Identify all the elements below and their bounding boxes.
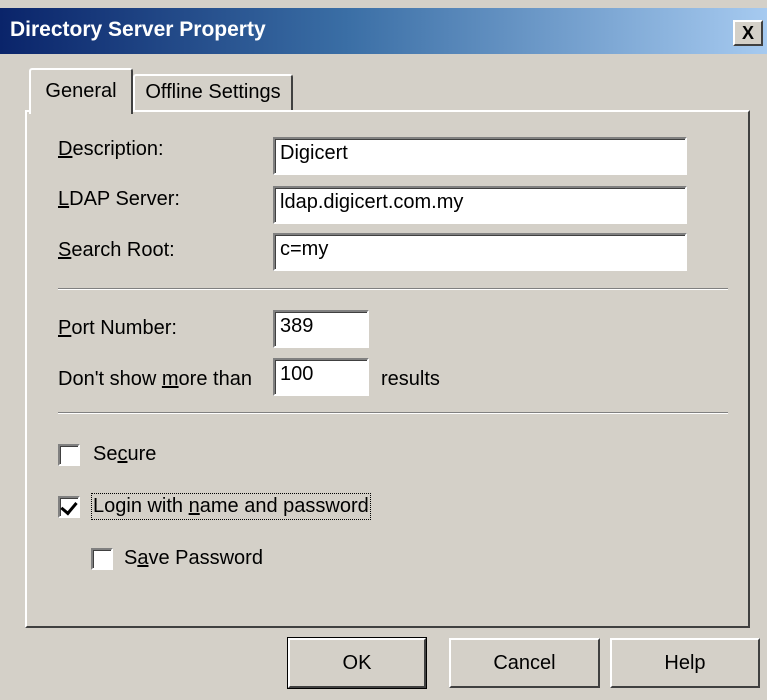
description-input[interactable]: Digicert [273, 137, 687, 175]
secure-label[interactable]: Secure [93, 443, 156, 466]
port-number-label: Port Number: [58, 317, 177, 339]
help-button[interactable]: Help [610, 638, 760, 688]
ok-button-label: OK [342, 651, 372, 674]
window-title: Directory Server Property [10, 18, 266, 41]
search-root-label: Search Root: [58, 239, 175, 261]
max-results-label: Don't show more than [58, 368, 252, 390]
close-button[interactable]: X [733, 20, 763, 46]
save-password-checkbox[interactable] [91, 548, 113, 570]
secure-checkbox[interactable] [58, 444, 80, 466]
login-label[interactable]: Login with name and password [91, 493, 371, 520]
close-icon: X [741, 22, 754, 43]
max-results-value: 100 [280, 363, 314, 385]
title-bar: Directory Server Property X [0, 8, 767, 54]
search-root-input[interactable]: c=my [273, 233, 687, 271]
search-root-value: c=my [280, 238, 329, 260]
separator-bottom [58, 412, 728, 414]
description-value: Digicert [280, 142, 348, 164]
general-tab-panel: Description: Digicert LDAP Server: ldap.… [25, 110, 750, 628]
save-password-label[interactable]: Save Password [124, 547, 263, 570]
description-label: Description: [58, 138, 164, 160]
separator-top [58, 288, 728, 290]
ldap-server-input[interactable]: ldap.digicert.com.my [273, 186, 687, 224]
port-number-value: 389 [280, 315, 314, 337]
tab-offline-settings-label: Offline Settings [145, 81, 281, 103]
port-number-input[interactable]: 389 [273, 310, 369, 348]
ok-button[interactable]: OK [288, 638, 426, 688]
checkmark-icon [60, 497, 78, 516]
help-button-label: Help [664, 651, 706, 674]
ldap-server-value: ldap.digicert.com.my [280, 191, 464, 213]
tab-offline-settings[interactable]: Offline Settings [133, 74, 293, 110]
login-checkbox[interactable] [58, 496, 80, 518]
directory-server-property-dialog: Directory Server Property X General Offl… [0, 0, 767, 700]
tab-general-label: General [45, 80, 117, 102]
cancel-button-label: Cancel [493, 651, 556, 674]
max-results-input[interactable]: 100 [273, 358, 369, 396]
ldap-server-label: LDAP Server: [58, 188, 180, 210]
tab-general[interactable]: General [29, 68, 133, 114]
results-suffix: results [381, 368, 440, 390]
cancel-button[interactable]: Cancel [449, 638, 600, 688]
